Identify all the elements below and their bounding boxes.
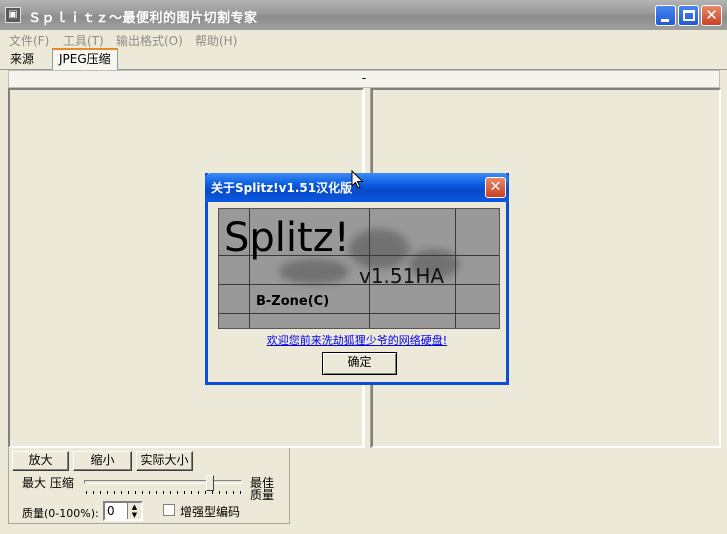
- enhanced-encoding-label: 增强型编码: [180, 505, 241, 519]
- zoom-out-button[interactable]: 缩小: [73, 451, 132, 471]
- about-dialog-title: 关于Splitz!v1.51汉化版: [211, 181, 353, 195]
- about-close-button[interactable]: ✕: [485, 177, 506, 198]
- title-bar[interactable]: ▣ Ｓｐｌｉｔｚ～最便利的图片切割专家 ✕: [0, 0, 727, 30]
- close-icon: ✕: [489, 179, 502, 195]
- splitz-banner-image: Splitz! v1.51HA B-Zone(C): [218, 208, 500, 329]
- quality-spinbox[interactable]: 0 ▲ ▼: [103, 501, 143, 521]
- maximize-button[interactable]: [678, 5, 699, 26]
- menu-tools[interactable]: 工具(T): [63, 32, 104, 49]
- homepage-link[interactable]: 欢迎您前来洗劫狐狸少爷的网络硬盘!: [208, 332, 506, 348]
- main-window: ▣ Ｓｐｌｉｔｚ～最便利的图片切割专家 ✕ 文件(F) 工具(T) 输出格式(O…: [0, 0, 727, 534]
- menu-output-format[interactable]: 输出格式(O): [116, 32, 183, 49]
- quality-slider-thumb[interactable]: [206, 475, 214, 491]
- banner-grid-line: [455, 209, 456, 328]
- company-text: B-Zone(C): [256, 294, 330, 309]
- about-dialog: 关于Splitz!v1.51汉化版 ✕ Splitz! v1.51HA B-Zo…: [205, 173, 509, 385]
- close-icon: ✕: [705, 6, 718, 24]
- slider-ticks: [86, 491, 242, 494]
- enhanced-encoding-checkbox[interactable]: [163, 504, 175, 516]
- banner-smudge: [279, 259, 349, 284]
- banner-grid-line: [219, 313, 499, 314]
- mouse-cursor-icon: [351, 170, 364, 189]
- menu-file[interactable]: 文件(F): [9, 32, 49, 49]
- banner-smudge: [349, 229, 409, 269]
- window-title: Ｓｐｌｉｔｚ～最便利的图片切割专家: [28, 11, 258, 26]
- minimize-icon: [661, 19, 669, 22]
- quality-right-label: 质量: [250, 488, 275, 502]
- quality-slider-track[interactable]: [84, 480, 242, 484]
- tab-strip: 来源 JPEG压缩: [0, 48, 727, 70]
- zoom-in-button[interactable]: 放大: [12, 451, 69, 471]
- close-button[interactable]: ✕: [701, 5, 722, 26]
- tab-jpeg-compression[interactable]: JPEG压缩: [52, 48, 118, 70]
- menu-bar: 文件(F) 工具(T) 输出格式(O) 帮助(H): [0, 30, 727, 48]
- divider-bar[interactable]: -: [8, 70, 720, 88]
- app-icon[interactable]: ▣: [5, 7, 21, 23]
- tab-source[interactable]: 来源: [4, 50, 40, 70]
- quality-percent-label: 质量(0-100%):: [22, 507, 99, 520]
- actual-size-button[interactable]: 实际大小: [136, 451, 193, 471]
- version-text: v1.51HA: [359, 264, 445, 288]
- spin-arrows-icon[interactable]: ▲ ▼: [127, 503, 141, 519]
- splitz-logo-text: Splitz!: [224, 215, 350, 261]
- maximize-icon: [683, 10, 695, 21]
- minimize-button[interactable]: [655, 5, 676, 26]
- max-compression-label: 最大 压缩: [22, 476, 74, 490]
- ok-button[interactable]: 确定: [322, 352, 397, 375]
- quality-value[interactable]: 0: [107, 503, 115, 519]
- menu-help[interactable]: 帮助(H): [195, 32, 237, 49]
